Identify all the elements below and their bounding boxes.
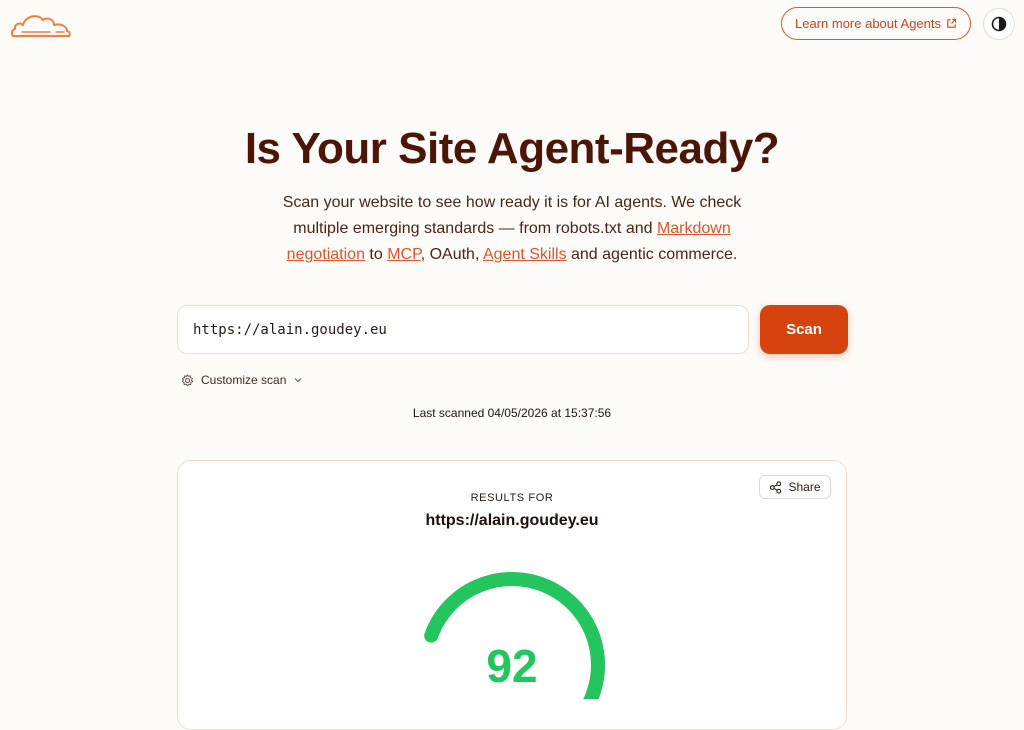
- theme-toggle-button[interactable]: [983, 8, 1015, 40]
- customize-scan-toggle[interactable]: Customize scan: [181, 371, 303, 389]
- subtitle-text-4: and agentic commerce.: [566, 246, 738, 263]
- results-url: https://alain.goudey.eu: [425, 512, 599, 529]
- agent-skills-link[interactable]: Agent Skills: [483, 246, 567, 263]
- subtitle-text-2: to: [364, 246, 388, 263]
- subtitle-text-3: , OAuth,: [420, 246, 483, 263]
- learn-more-label: Learn more about Agents: [795, 16, 941, 31]
- learn-more-button[interactable]: Learn more about Agents: [781, 7, 971, 40]
- mcp-link[interactable]: MCP: [387, 246, 421, 263]
- cloud-logo-icon[interactable]: [10, 8, 72, 40]
- page-title: Is Your Site Agent-Ready?: [244, 124, 780, 173]
- external-link-icon: [947, 18, 957, 28]
- contrast-icon: [991, 16, 1007, 32]
- page-subtitle: Scan your website to see how ready it is…: [262, 190, 762, 268]
- url-input[interactable]: [177, 305, 749, 354]
- score-value: 92: [486, 640, 538, 692]
- results-card: Share RESULTS FOR https://alain.goudey.e…: [177, 460, 847, 730]
- customize-scan-label: Customize scan: [201, 373, 287, 387]
- gear-icon: [181, 373, 194, 386]
- scan-button[interactable]: Scan: [760, 305, 848, 354]
- top-bar: Learn more about Agents: [0, 0, 1024, 50]
- chevron-down-icon: [294, 378, 302, 383]
- results-for-label: RESULTS FOR: [470, 492, 554, 504]
- last-scanned-text: Last scanned 04/05/2026 at 15:37:56: [412, 406, 612, 420]
